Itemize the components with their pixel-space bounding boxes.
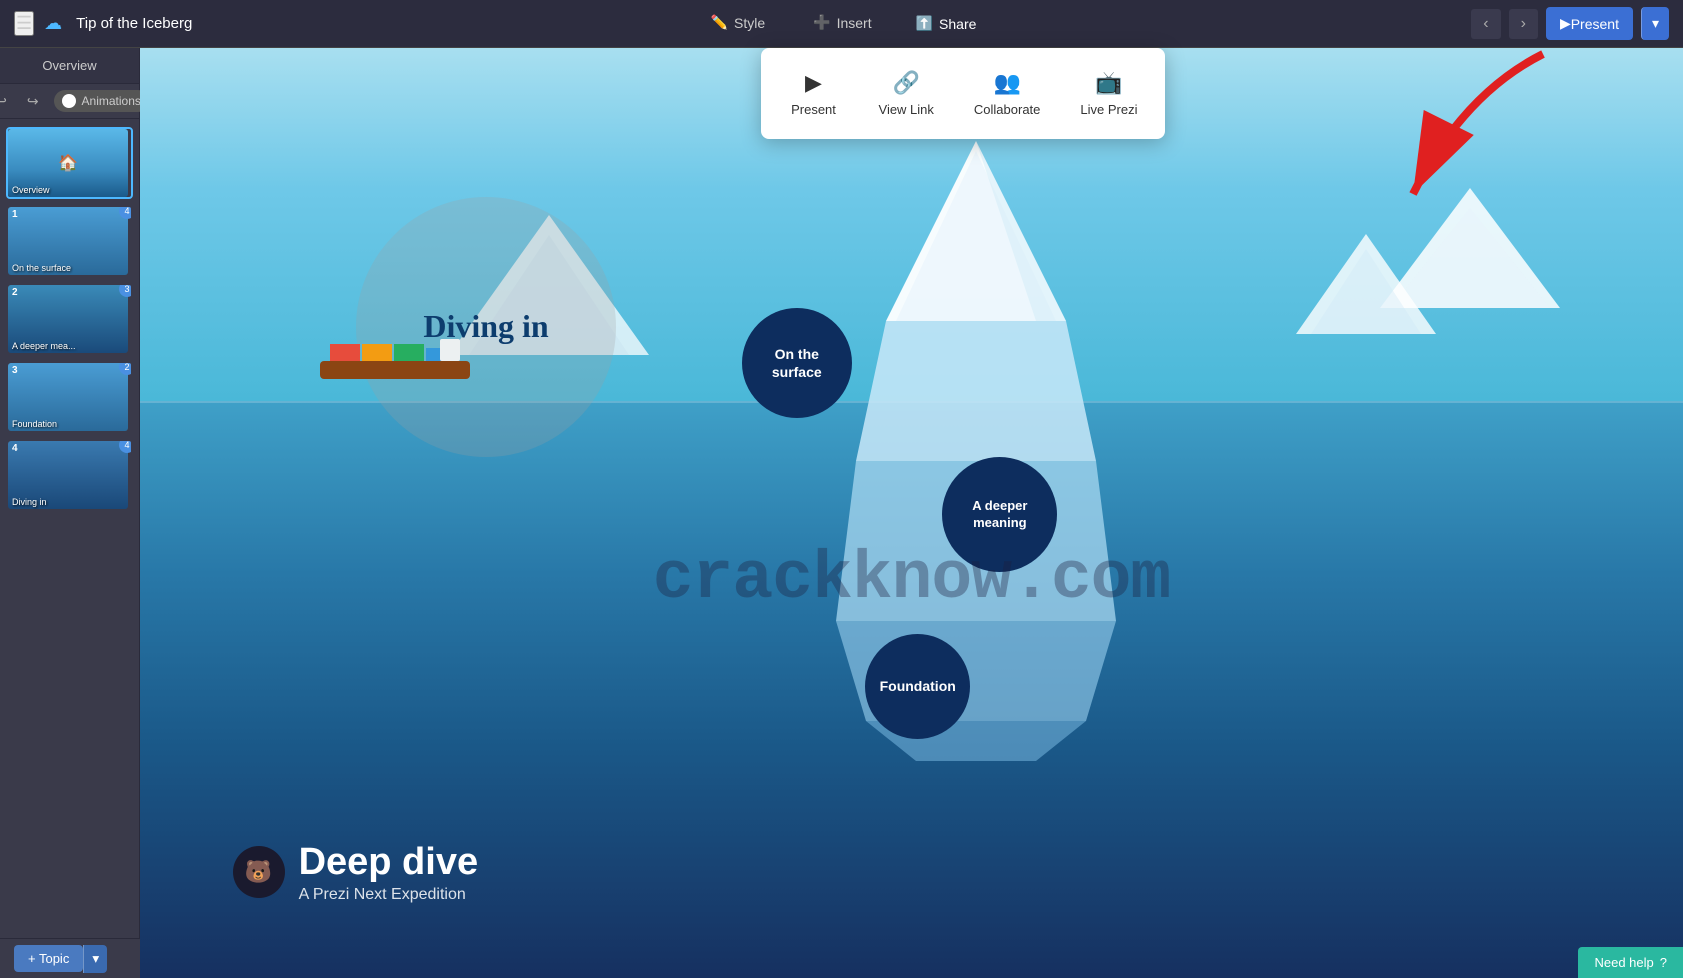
share-tab[interactable]: ⬆️ Share: [896, 7, 997, 40]
slide-3-thumb: 3 Foundation: [8, 363, 128, 431]
slide-item-1[interactable]: 1 On the surface 4: [6, 205, 133, 277]
style-icon: ✏️: [711, 14, 728, 31]
bubble-foundation[interactable]: Foundation: [865, 634, 970, 739]
share-present-option[interactable]: ▶ Present: [769, 58, 859, 129]
main-layout: Overview ↩ ↪ Animations 🏠 Overview 1: [0, 48, 1683, 978]
diving-in-circle: Diving in: [356, 197, 616, 457]
hamburger-button[interactable]: ☰: [14, 11, 34, 36]
present-button[interactable]: ▶ Present: [1546, 7, 1633, 40]
animations-toggle[interactable]: Animations: [54, 90, 149, 112]
slide-1-badge: 4: [119, 205, 133, 219]
topic-dropdown-button[interactable]: ▾: [83, 945, 107, 973]
share-dropdown: ▶ Present 🔗 View Link 👥 Collaborate 📺 Li…: [761, 48, 1166, 139]
share-icon: ⬆️: [916, 15, 933, 32]
slide-overview-thumb: 🏠 Overview: [8, 129, 128, 197]
bubble-surface[interactable]: On the surface: [742, 308, 852, 418]
slide-4-badge: 4: [119, 439, 133, 453]
deep-dive-subtitle: A Prezi Next Expedition: [299, 886, 479, 904]
slide-2-thumb: 2 A deeper mea...: [8, 285, 128, 353]
play-icon: ▶: [1560, 15, 1571, 32]
toggle-ball: [62, 94, 76, 108]
style-tab[interactable]: ✏️ Style: [687, 6, 790, 41]
slide-item-2[interactable]: 2 A deeper mea... 3: [6, 283, 133, 355]
document-title: Tip of the Iceberg: [76, 15, 192, 32]
slide-item-4[interactable]: 4 Diving in 4: [6, 439, 133, 511]
slide-list: 🏠 Overview 1 On the surface 4 2 A deeper…: [0, 119, 139, 978]
topbar-center: ✏️ Style ➕ Insert ⬆️ Share: [687, 6, 997, 41]
viewlink-option-icon: 🔗: [893, 70, 920, 96]
help-icon: ?: [1660, 955, 1667, 970]
slide-3-badge: 2: [119, 361, 133, 375]
redo-button[interactable]: ↪: [22, 91, 44, 112]
mountain-right: [1296, 234, 1436, 359]
iceberg-main: [816, 141, 1136, 766]
share-liveprezi-option[interactable]: 📺 Live Prezi: [1060, 58, 1157, 129]
ship: [310, 336, 480, 391]
deep-dive-box: 🐻 Deep dive A Prezi Next Expedition: [233, 841, 479, 904]
bear-logo: 🐻: [233, 846, 285, 898]
deep-dive-text: Deep dive A Prezi Next Expedition: [299, 841, 479, 904]
ship-svg: [310, 336, 480, 386]
insert-icon: ➕: [813, 14, 830, 31]
iceberg-svg: [816, 141, 1136, 761]
sidebar-header: Overview: [0, 48, 139, 84]
slide-item-3[interactable]: 3 Foundation 2: [6, 361, 133, 433]
topbar-right: ‹ › ▶ Present ▾: [1471, 7, 1683, 40]
watermark-text: crackknow.com: [653, 541, 1171, 618]
next-button[interactable]: ›: [1509, 9, 1538, 39]
insert-tab[interactable]: ➕ Insert: [789, 6, 895, 41]
share-viewlink-option[interactable]: 🔗 View Link: [859, 58, 954, 129]
slide-4-thumb: 4 Diving in: [8, 441, 128, 509]
present-dropdown-button[interactable]: ▾: [1641, 7, 1669, 40]
topbar-left: ☰ ☁ Tip of the Iceberg: [0, 11, 206, 36]
slide-overview[interactable]: 🏠 Overview: [6, 127, 133, 199]
slide-1-thumb: 1 On the surface: [8, 207, 128, 275]
slide-2-badge: 3: [119, 283, 133, 297]
deep-dive-title: Deep dive: [299, 841, 479, 884]
cloud-icon: ☁: [44, 13, 62, 34]
add-topic-button[interactable]: + Topic: [14, 945, 83, 972]
collaborate-option-icon: 👥: [993, 70, 1020, 96]
need-help-button[interactable]: Need help ?: [1578, 947, 1683, 978]
sidebar-toolbar: ↩ ↪ Animations: [0, 84, 139, 119]
canvas-area[interactable]: Diving in: [140, 48, 1683, 978]
present-option-icon: ▶: [805, 70, 822, 96]
prev-button[interactable]: ‹: [1471, 9, 1500, 39]
topbar: ☰ ☁ Tip of the Iceberg ✏️ Style ➕ Insert…: [0, 0, 1683, 48]
liveprezi-option-icon: 📺: [1095, 70, 1122, 96]
share-collaborate-option[interactable]: 👥 Collaborate: [954, 58, 1061, 129]
sidebar: Overview ↩ ↪ Animations 🏠 Overview 1: [0, 48, 140, 978]
undo-button[interactable]: ↩: [0, 91, 12, 112]
